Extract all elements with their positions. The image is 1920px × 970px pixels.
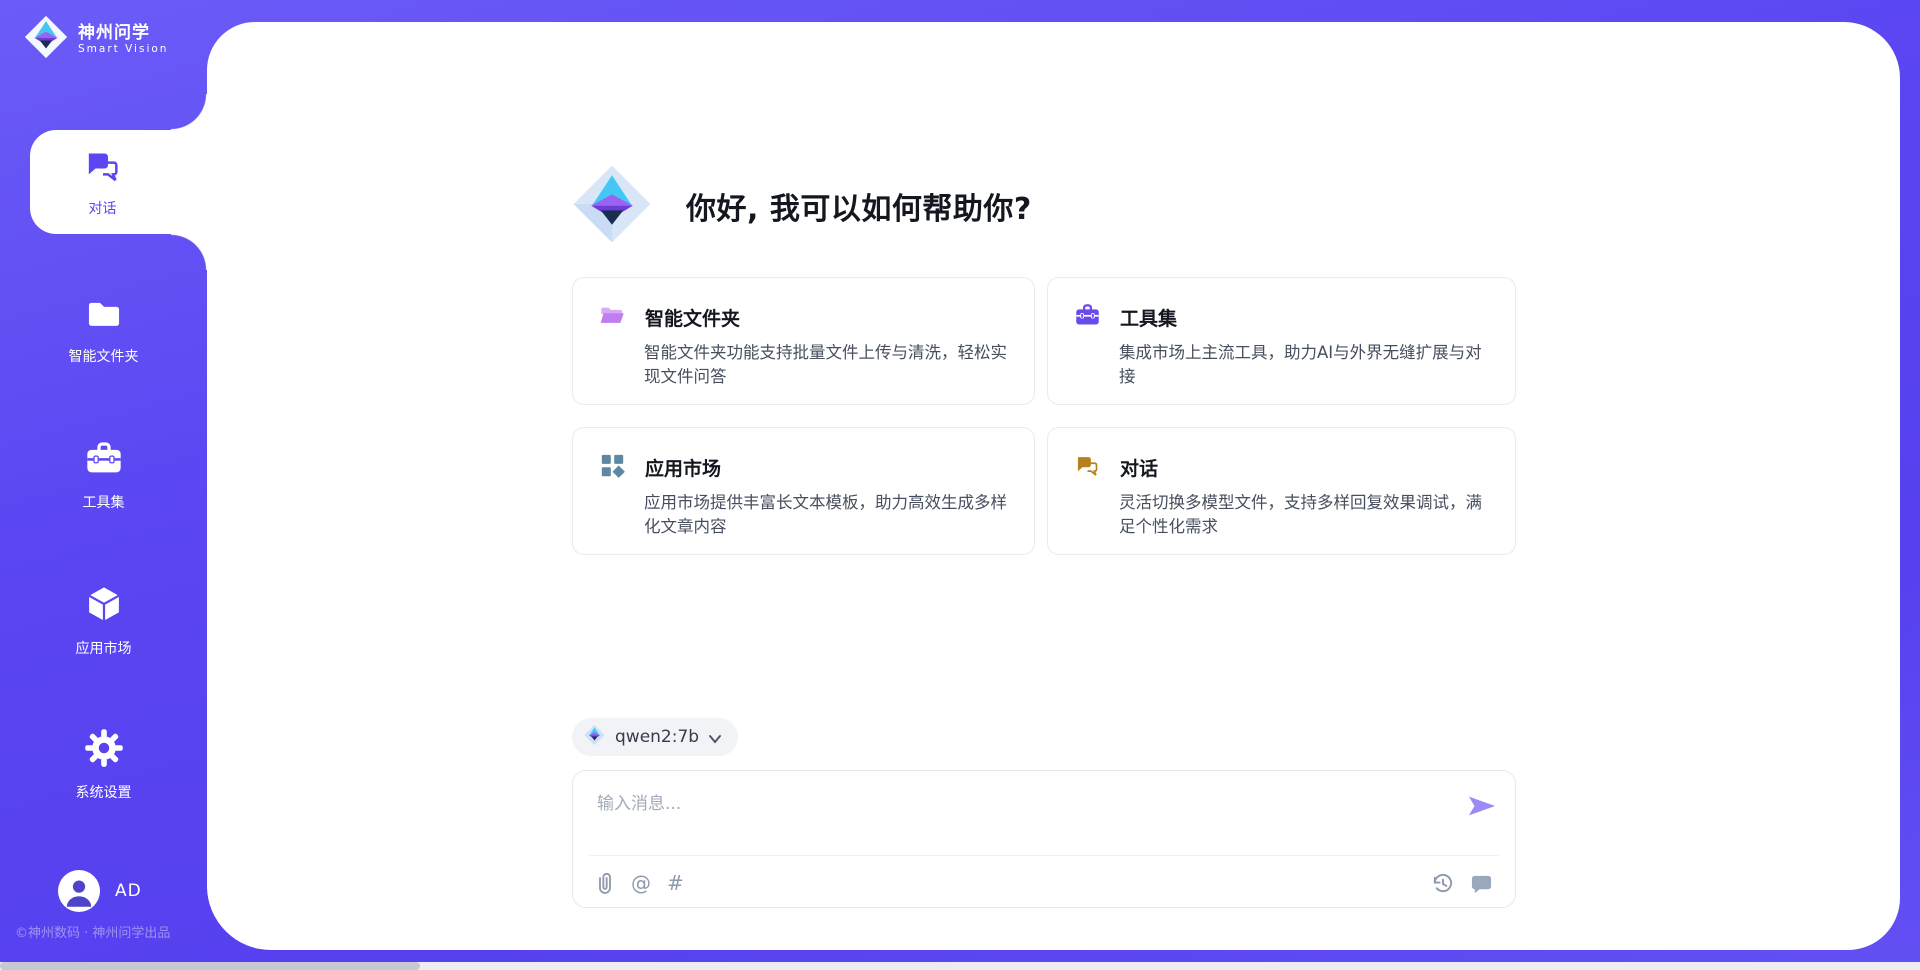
card-toolset[interactable]: 工具集 集成市场上主流工具，助力AI与外界无缝扩展与对接 bbox=[1047, 277, 1516, 405]
content-column: 你好, 我可以如何帮助你? 智能文件夹 智能文件夹功能支持批量文件上传与清洗，轻… bbox=[572, 22, 1516, 950]
user-chip[interactable]: AD bbox=[58, 870, 142, 912]
send-icon[interactable] bbox=[1467, 793, 1497, 823]
brand-subtitle: Smart Vision bbox=[78, 43, 168, 56]
sidebar-item-label: 智能文件夹 bbox=[69, 346, 139, 366]
model-name: qwen2:7b bbox=[615, 727, 699, 747]
card-chat[interactable]: 对话 灵活切换多模型文件，支持多样回复效果调试，满足个性化需求 bbox=[1047, 427, 1516, 555]
gear-icon bbox=[83, 727, 125, 773]
card-smart-folder[interactable]: 智能文件夹 智能文件夹功能支持批量文件上传与清洗，轻松实现文件问答 bbox=[572, 277, 1035, 405]
attachment-paperclip-icon[interactable] bbox=[595, 871, 615, 895]
sidebar-item-label: 对话 bbox=[89, 198, 117, 218]
history-icon[interactable] bbox=[1431, 872, 1454, 895]
topic-hash-icon[interactable]: # bbox=[667, 873, 684, 893]
horizontal-scrollbar-thumb[interactable] bbox=[0, 962, 420, 970]
horizontal-scrollbar bbox=[0, 962, 1920, 970]
card-title: 应用市场 bbox=[645, 454, 721, 481]
card-description: 智能文件夹功能支持批量文件上传与清洗，轻松实现文件问答 bbox=[644, 341, 1010, 389]
sidebar-item-smart-folder[interactable]: 智能文件夹 bbox=[0, 295, 207, 366]
sidebar-item-app-market[interactable]: 应用市场 bbox=[0, 583, 207, 658]
composer-divider bbox=[589, 855, 1499, 856]
feature-cards: 智能文件夹 智能文件夹功能支持批量文件上传与清洗，轻松实现文件问答 bbox=[572, 277, 1516, 555]
chat-bubbles-icon bbox=[1074, 452, 1101, 483]
brand-diamond-logo bbox=[24, 14, 68, 64]
toolbox-icon bbox=[84, 439, 124, 483]
sidebar: 神州问学 Smart Vision 对话 智能文件夹 bbox=[0, 0, 207, 970]
folder-icon bbox=[84, 295, 124, 337]
folder-open-icon bbox=[599, 302, 626, 333]
user-name: AD bbox=[115, 881, 142, 901]
greeting-block: 你好, 我可以如何帮助你? bbox=[572, 162, 1032, 250]
brand-name: 神州问学 bbox=[78, 23, 168, 43]
sidebar-item-label: 系统设置 bbox=[76, 782, 132, 802]
cube-icon bbox=[83, 583, 125, 629]
briefcase-icon bbox=[1074, 302, 1101, 333]
card-title: 工具集 bbox=[1120, 304, 1177, 331]
card-title: 对话 bbox=[1120, 454, 1158, 481]
chevron-down-icon bbox=[708, 729, 722, 748]
card-app-market[interactable]: 应用市场 应用市场提供丰富长文本模板，助力高效生成多样化文章内容 bbox=[572, 427, 1035, 555]
copyright-text: ©神州数码 · 神州问学出品 bbox=[15, 922, 170, 941]
sidebar-item-label: 工具集 bbox=[83, 492, 125, 512]
sidebar-item-label: 应用市场 bbox=[76, 638, 132, 658]
card-description: 集成市场上主流工具，助力AI与外界无缝扩展与对接 bbox=[1119, 341, 1491, 389]
brand-diamond-logo-small bbox=[584, 724, 605, 750]
avatar bbox=[58, 870, 100, 912]
sidebar-item-chat[interactable]: 对话 bbox=[30, 130, 207, 234]
chat-bubble-icon[interactable] bbox=[1470, 872, 1493, 895]
greeting-title: 你好, 我可以如何帮助你? bbox=[686, 184, 1032, 228]
chat-bubbles-icon bbox=[82, 146, 124, 190]
model-selector[interactable]: qwen2:7b bbox=[572, 718, 738, 756]
mention-at-icon[interactable]: @ bbox=[631, 873, 651, 893]
card-title: 智能文件夹 bbox=[645, 304, 740, 331]
composer-toolbar: @ # bbox=[595, 867, 1493, 899]
brand-logo: 神州问学 Smart Vision bbox=[24, 14, 168, 64]
sidebar-item-toolset[interactable]: 工具集 bbox=[0, 439, 207, 512]
message-input[interactable] bbox=[595, 787, 1439, 849]
message-composer: @ # bbox=[572, 770, 1516, 908]
main-content-panel: 你好, 我可以如何帮助你? 智能文件夹 智能文件夹功能支持批量文件上传与清洗，轻… bbox=[207, 22, 1900, 950]
app-grid-icon bbox=[599, 452, 626, 483]
card-description: 灵活切换多模型文件，支持多样回复效果调试，满足个性化需求 bbox=[1119, 491, 1491, 539]
card-description: 应用市场提供丰富长文本模板，助力高效生成多样化文章内容 bbox=[644, 491, 1010, 539]
sidebar-item-settings[interactable]: 系统设置 bbox=[0, 727, 207, 802]
brand-diamond-logo-large bbox=[572, 162, 652, 250]
